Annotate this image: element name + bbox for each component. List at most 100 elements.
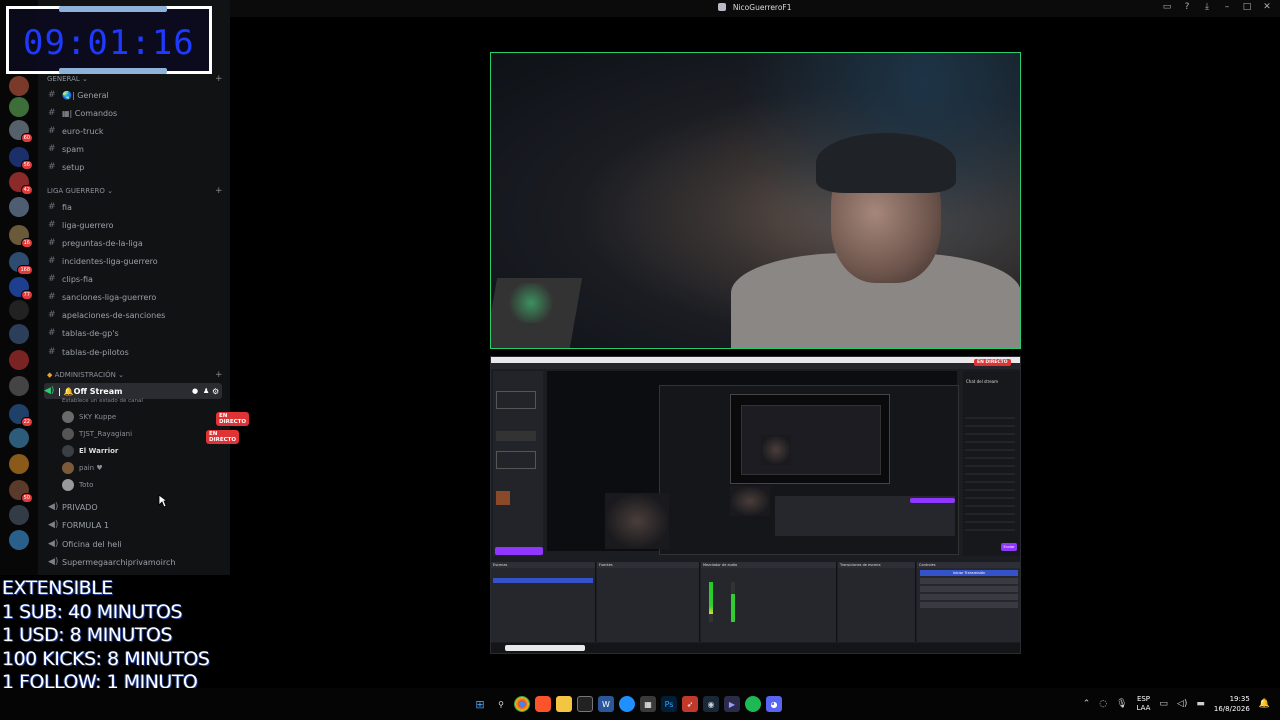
voice-user[interactable]: TJST_Rayagiani <box>62 426 132 442</box>
channel-status-prompt[interactable]: Establece un estado de canal <box>62 398 143 404</box>
category-admin[interactable]: ◆ ADMINISTRACIÓN ⌄ + <box>47 370 223 380</box>
channel-item[interactable]: # 🌏| General <box>48 87 109 103</box>
add-channel-icon[interactable]: + <box>215 370 223 380</box>
voice-user[interactable]: Toto <box>62 477 93 493</box>
server-icon[interactable] <box>9 350 29 370</box>
voice-user[interactable]: pain ♥ <box>62 460 103 476</box>
live-badge: EN DIRECTO <box>216 412 250 426</box>
brave-icon[interactable] <box>535 696 551 712</box>
webcam-stream[interactable] <box>490 52 1021 349</box>
notifications-icon[interactable]: 🔔 <box>1259 699 1270 709</box>
calculator-icon[interactable]: ▦ <box>640 696 656 712</box>
channel-item[interactable]: # sanciones-liga-guerrero <box>48 289 156 305</box>
voice-channel-active[interactable]: ◀) | 🔔Off Stream ● ♟ ⚙ <box>44 383 222 399</box>
hash-icon: # <box>48 238 56 248</box>
channel-item[interactable]: # apelaciones-de-sanciones <box>48 307 165 323</box>
channel-item[interactable]: # tablas-de-pilotos <box>48 344 129 360</box>
add-channel-icon[interactable]: + <box>215 74 223 84</box>
screen: NicoGuerreroF1 ▭ ? ⤓ – □ ✕ 60 56 42 16 1… <box>0 0 1280 720</box>
discord-icon[interactable]: ◕ <box>766 696 782 712</box>
server-icon[interactable] <box>9 376 29 396</box>
steam-icon[interactable]: ◉ <box>703 696 719 712</box>
files-icon[interactable] <box>556 696 572 712</box>
server-icon[interactable]: 56 <box>9 147 33 170</box>
category-general[interactable]: GENERAL ⌄ + <box>47 74 223 84</box>
channel-item[interactable]: # euro-truck <box>48 123 104 139</box>
server-icon[interactable] <box>9 454 29 474</box>
clock[interactable]: 19:35 16/8/2026 <box>1214 694 1250 714</box>
voice-channel[interactable]: ◀) PRIVADO <box>48 499 98 515</box>
channel-item[interactable]: # preguntas-de-la-liga <box>48 235 143 251</box>
network-icon[interactable]: ▭ <box>1159 699 1168 709</box>
start-streaming-button[interactable]: Iniciar Transmisión <box>920 570 1018 576</box>
channel-item[interactable]: # incidentes-liga-guerrero <box>48 253 158 269</box>
server-icon[interactable]: 16 <box>9 225 33 248</box>
server-icon[interactable] <box>9 300 29 320</box>
channel-item[interactable]: # ▦| Comandos <box>48 105 117 121</box>
chat-icon[interactable]: ● <box>192 387 198 395</box>
download-icon[interactable]: ⤓ <box>1202 2 1212 12</box>
word-icon[interactable]: W <box>598 696 614 712</box>
speaker-icon: ◀) <box>48 502 59 512</box>
chrome-icon[interactable] <box>514 696 530 712</box>
server-icon[interactable]: 77 <box>9 277 33 300</box>
category-liga[interactable]: LIGA GUERRERO ⌄ + <box>47 186 223 196</box>
channel-item[interactable]: # spam <box>48 141 84 157</box>
hash-icon: # <box>48 202 56 212</box>
hash-icon: # <box>48 292 56 302</box>
photoshop-icon[interactable]: Ps <box>661 696 677 712</box>
microphone-icon[interactable]: 🎙 <box>1116 699 1127 709</box>
maximize-icon[interactable]: □ <box>1242 2 1252 12</box>
arrow-icon[interactable]: ➶ <box>682 696 698 712</box>
server-icon[interactable] <box>9 505 29 525</box>
add-channel-icon[interactable]: + <box>215 186 223 196</box>
stream-chat-panel: Chat del stream Enviar <box>963 371 1020 556</box>
obs-icon[interactable] <box>577 696 593 712</box>
close-icon[interactable]: ✕ <box>1262 2 1272 12</box>
edge-icon[interactable] <box>619 696 635 712</box>
audio-mixer-dock: Mezclador de audio <box>701 562 837 642</box>
voice-user[interactable]: El Warrior <box>62 443 118 459</box>
server-icon[interactable]: 60 <box>9 120 33 143</box>
obs-tab-button[interactable] <box>495 547 543 555</box>
inbox-icon[interactable]: ▭ <box>1162 2 1172 12</box>
server-icon[interactable]: 42 <box>9 172 33 195</box>
chat-send-button[interactable]: Enviar <box>1001 543 1017 551</box>
voice-channel[interactable]: ◀) FORMULA 1 <box>48 517 109 533</box>
server-icon[interactable] <box>9 324 29 344</box>
spotify-icon[interactable] <box>745 696 761 712</box>
server-icon[interactable]: 22 <box>9 404 33 427</box>
channel-item[interactable]: # clips-fia <box>48 271 93 287</box>
obs-menubar <box>491 363 1020 369</box>
start-icon[interactable]: ⊞ <box>472 696 488 712</box>
channel-item[interactable]: # liga-guerrero <box>48 217 114 233</box>
tray-chevron-icon[interactable]: ⌃ <box>1083 699 1091 709</box>
battery-icon[interactable]: ▬ <box>1196 699 1205 709</box>
scenes-dock: Escenas <box>491 562 596 642</box>
server-icon[interactable] <box>9 76 29 96</box>
settings-icon[interactable]: ⚙ <box>212 387 219 396</box>
server-icon[interactable] <box>9 530 29 550</box>
channel-item[interactable]: # setup <box>48 159 84 175</box>
avatar <box>62 462 74 474</box>
search-icon[interactable]: ⚲ <box>493 696 509 712</box>
voice-user[interactable]: SKY Kuppe <box>62 409 116 425</box>
add-member-icon[interactable]: ♟ <box>203 387 209 395</box>
voice-channel[interactable]: ◀) Oficina del heli <box>48 536 122 552</box>
minimize-icon[interactable]: – <box>1222 2 1232 12</box>
overlay-line: 1 USD: 8 MINUTOS <box>2 624 173 646</box>
premiere-icon[interactable]: ▶ <box>724 696 740 712</box>
voice-channel[interactable]: ◀) Supermegaarchiprivamoirch <box>48 554 175 570</box>
screen-share-stream[interactable]: EN DIRECTO Chat del stream Enviar Escena… <box>490 356 1021 654</box>
language-indicator[interactable]: ESP LAA <box>1137 695 1151 713</box>
channel-item[interactable]: # fia <box>48 199 72 215</box>
server-icon[interactable]: 50 <box>9 480 33 503</box>
tray-app-icon[interactable]: ◌ <box>1099 699 1107 709</box>
channel-item[interactable]: # tablas-de-gp's <box>48 325 119 341</box>
server-icon[interactable] <box>9 197 29 217</box>
volume-icon[interactable]: ◁) <box>1177 699 1187 709</box>
help-icon[interactable]: ? <box>1182 2 1192 12</box>
server-icon[interactable]: 168 <box>9 252 33 275</box>
server-icon[interactable] <box>9 97 29 117</box>
server-icon[interactable] <box>9 428 29 448</box>
